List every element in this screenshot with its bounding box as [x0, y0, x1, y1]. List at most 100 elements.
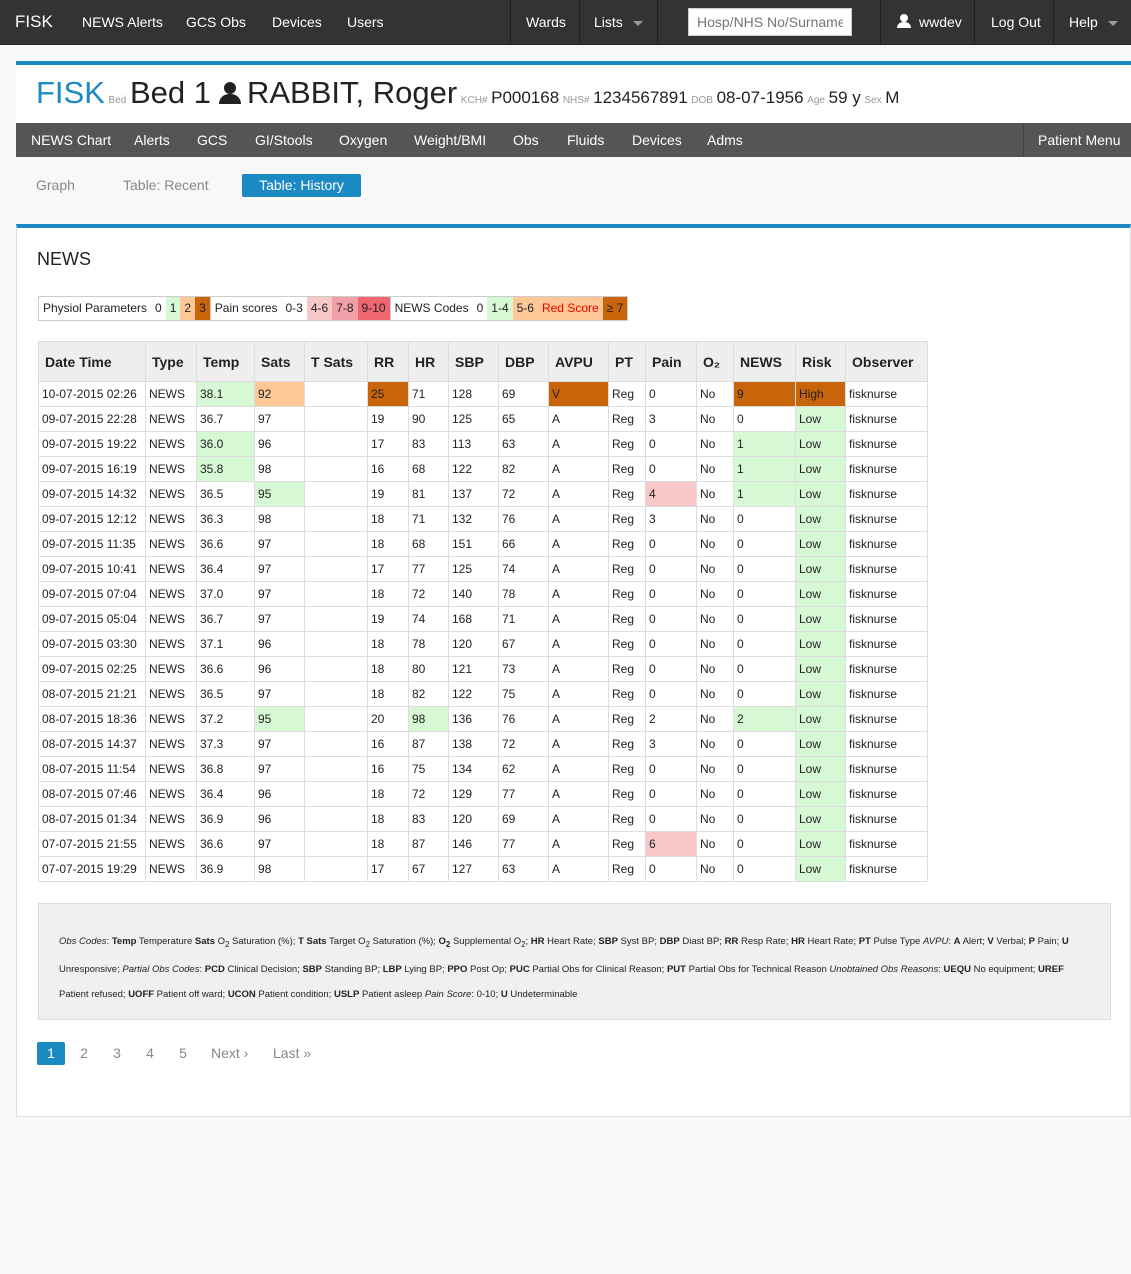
cell-pain: 0: [645, 631, 697, 657]
tab-table-history[interactable]: Table: History: [242, 174, 361, 197]
cell-dbp: 69: [498, 381, 549, 407]
cell-dbp: 72: [498, 481, 549, 507]
table-row[interactable]: 10-07-2015 02:26 NEWS 38.1 92 25 71 128 69 V Reg 0…: [38, 381, 928, 407]
column-header-t-sats: T Sats: [304, 341, 368, 382]
dob-value: 08-07-1956: [716, 88, 804, 107]
cell-sbp: 122: [448, 681, 499, 707]
cell-sbp: 168: [448, 606, 499, 632]
cell-risk: Low: [795, 656, 846, 682]
nav-divider: [579, 0, 580, 44]
table-row[interactable]: 09-07-2015 07:04 NEWS 37.0 97 18 72 140 78 A Reg 0…: [38, 581, 928, 607]
nav-users[interactable]: Users: [347, 0, 384, 44]
cell-type: NEWS: [145, 431, 197, 457]
legend-physiol-0: 0: [155, 301, 162, 315]
nav-news-alerts[interactable]: NEWS Alerts: [82, 0, 163, 44]
nav-gcs-obs[interactable]: GCS Obs: [186, 0, 246, 44]
legend-pain-0-3: 0-3: [285, 301, 303, 315]
column-header-pain: Pain: [645, 341, 697, 382]
table-row[interactable]: 09-07-2015 03:30 NEWS 37.1 96 18 78 120 67 A Reg 0…: [38, 631, 928, 657]
kch-label: KCH#: [460, 95, 488, 106]
panel-title: NEWS: [37, 249, 91, 269]
brand-logo[interactable]: FISK: [15, 0, 53, 44]
cell-dbp: 76: [498, 506, 549, 532]
cell-news: 0: [733, 556, 796, 582]
cell-avpu: A: [548, 506, 609, 532]
cell-hr: 75: [408, 756, 449, 782]
table-row[interactable]: 09-07-2015 22:28 NEWS 36.7 97 19 90 125 65 A Reg 3…: [38, 406, 928, 432]
cell-date-time: 09-07-2015 02:25: [38, 656, 146, 682]
subnav-devices[interactable]: Devices: [632, 123, 682, 157]
cell-rr: 18: [367, 531, 409, 557]
table-row[interactable]: 09-07-2015 19:22 NEWS 36.0 96 17 83 113 63 A Reg 0…: [38, 431, 928, 457]
page-5[interactable]: 5: [175, 1042, 191, 1065]
next-page-link[interactable]: Next ›: [211, 1042, 248, 1065]
app-title[interactable]: FISK: [36, 75, 105, 110]
last-page-link[interactable]: Last »: [273, 1042, 311, 1065]
cell-observer: fisknurse: [845, 806, 928, 832]
tab-graph[interactable]: Graph: [36, 174, 75, 197]
cell-sats: 97: [254, 531, 305, 557]
table-row[interactable]: 07-07-2015 19:29 NEWS 36.9 98 17 67 127 63 A Reg 0…: [38, 856, 928, 882]
table-row[interactable]: 08-07-2015 07:46 NEWS 36.4 96 18 72 129 77 A Reg 0…: [38, 781, 928, 807]
table-row[interactable]: 09-07-2015 12:12 NEWS 36.3 98 18 71 132 76 A Reg 3…: [38, 506, 928, 532]
nav-lists-dropdown[interactable]: Lists: [594, 0, 643, 44]
table-row[interactable]: 09-07-2015 05:04 NEWS 36.7 97 19 74 168 71 A Reg 0…: [38, 606, 928, 632]
legend-pain-label: Pain scores: [209, 297, 282, 320]
page-1[interactable]: 1: [37, 1042, 65, 1065]
cell-o2: No: [696, 781, 734, 807]
subnav-adms[interactable]: Adms: [707, 123, 743, 157]
subnav-gi-stools[interactable]: GI/Stools: [255, 123, 313, 157]
table-row[interactable]: 09-07-2015 11:35 NEWS 36.6 97 18 68 151 66 A Reg 0…: [38, 531, 928, 557]
nav-wards[interactable]: Wards: [526, 0, 566, 44]
patient-search-input[interactable]: [688, 8, 852, 36]
cell-temp: 37.3: [196, 731, 255, 757]
nav-logout[interactable]: Log Out: [991, 0, 1041, 44]
table-row[interactable]: 09-07-2015 10:41 NEWS 36.4 97 17 77 125 74 A Reg 0…: [38, 556, 928, 582]
table-row[interactable]: 08-07-2015 21:21 NEWS 36.5 97 18 82 122 75 A Reg 0…: [38, 681, 928, 707]
cell-risk: Low: [795, 606, 846, 632]
cell-pt: Reg: [608, 806, 646, 832]
table-row[interactable]: 07-07-2015 21:55 NEWS 36.6 97 18 87 146 77 A Reg 6…: [38, 831, 928, 857]
cell-sbp: 136: [448, 706, 499, 732]
subnav-oxygen[interactable]: Oxygen: [339, 123, 387, 157]
cell-hr: 68: [408, 456, 449, 482]
subnav-weight-bmi[interactable]: Weight/BMI: [414, 123, 486, 157]
cell-t-sats: [304, 806, 368, 832]
page-4[interactable]: 4: [142, 1042, 158, 1065]
table-row[interactable]: 08-07-2015 18:36 NEWS 37.2 95 20 98 136 76 A Reg 2…: [38, 706, 928, 732]
nhs-label: NHS#: [562, 95, 590, 106]
cell-hr: 98: [408, 706, 449, 732]
subnav-alerts[interactable]: Alerts: [134, 123, 170, 157]
cell-sats: 97: [254, 756, 305, 782]
subnav-gcs[interactable]: GCS: [197, 123, 227, 157]
cell-type: NEWS: [145, 406, 197, 432]
table-row[interactable]: 08-07-2015 01:34 NEWS 36.9 96 18 83 120 69 A Reg 0…: [38, 806, 928, 832]
subnav-news-chart[interactable]: NEWS Chart: [31, 123, 111, 157]
table-row[interactable]: 08-07-2015 11:54 NEWS 36.8 97 16 75 134 62 A Reg 0…: [38, 756, 928, 782]
cell-rr: 18: [367, 681, 409, 707]
subnav-obs[interactable]: Obs: [513, 123, 539, 157]
table-row[interactable]: 09-07-2015 02:25 NEWS 36.6 96 18 80 121 73 A Reg 0…: [38, 656, 928, 682]
age-value: 59 y: [828, 88, 861, 107]
cell-avpu: A: [548, 756, 609, 782]
page-3[interactable]: 3: [109, 1042, 125, 1065]
cell-dbp: 69: [498, 806, 549, 832]
nav-devices[interactable]: Devices: [272, 0, 322, 44]
cell-date-time: 08-07-2015 21:21: [38, 681, 146, 707]
nhs-number: 1234567891: [593, 88, 688, 107]
subnav-divider: [1023, 123, 1024, 157]
table-row[interactable]: 09-07-2015 16:19 NEWS 35.8 98 16 68 122 82 A Reg 0…: [38, 456, 928, 482]
cell-pain: 0: [645, 756, 697, 782]
cell-date-time: 09-07-2015 10:41: [38, 556, 146, 582]
cell-temp: 36.7: [196, 406, 255, 432]
cell-date-time: 09-07-2015 16:19: [38, 456, 146, 482]
nav-user-menu[interactable]: wwdev: [897, 0, 962, 44]
tab-table-recent[interactable]: Table: Recent: [123, 174, 209, 197]
patient-menu-button[interactable]: Patient Menu: [1038, 123, 1121, 157]
table-row[interactable]: 08-07-2015 14:37 NEWS 37.3 97 16 87 138 72 A Reg 3…: [38, 731, 928, 757]
nav-help-dropdown[interactable]: Help: [1069, 0, 1118, 44]
cell-date-time: 08-07-2015 07:46: [38, 781, 146, 807]
table-row[interactable]: 09-07-2015 14:32 NEWS 36.5 95 19 81 137 72 A Reg 4…: [38, 481, 928, 507]
page-2[interactable]: 2: [76, 1042, 92, 1065]
subnav-fluids[interactable]: Fluids: [567, 123, 604, 157]
